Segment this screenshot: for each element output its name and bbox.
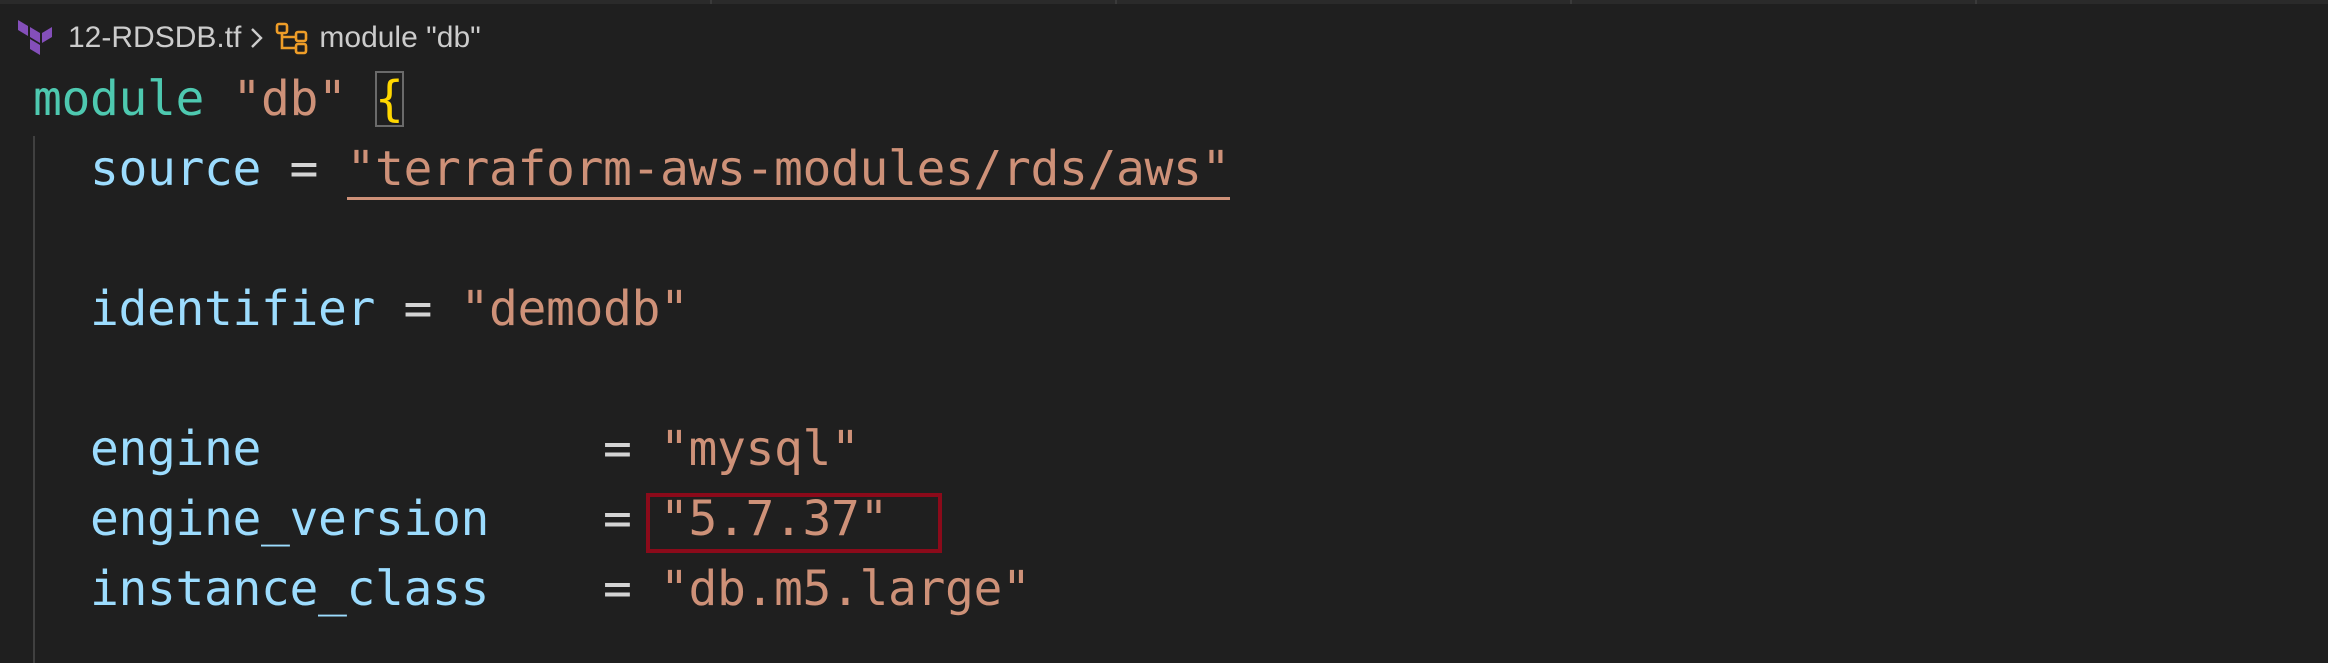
open-brace: { — [375, 71, 404, 127]
breadcrumb-file[interactable]: 12-RDSDB.tf — [68, 21, 241, 55]
code-line-8: instance_class = "db.m5.large" — [33, 554, 1031, 624]
source-link[interactable]: "terraform-aws-modules/rds/aws" — [346, 141, 1230, 200]
assign-op: = — [602, 421, 632, 477]
identifier-value: "demodb" — [460, 281, 689, 337]
source-key: source — [90, 141, 261, 197]
instance-class-value: "db.m5.large" — [659, 561, 1031, 617]
assign-op: = — [602, 561, 632, 617]
chevron-right-icon — [249, 26, 265, 50]
highlight-box — [646, 493, 942, 553]
breadcrumb-symbol[interactable]: module "db" — [319, 21, 480, 55]
engine-key: engine — [90, 421, 261, 477]
engine-value: "mysql" — [659, 421, 860, 477]
instance-class-key: instance_class — [90, 561, 489, 617]
identifier-key: identifier — [90, 281, 375, 337]
symbol-module-icon — [275, 21, 309, 55]
module-keyword: module — [33, 71, 204, 127]
code-editor[interactable]: module "db" { source = "terraform-aws-mo… — [0, 64, 2328, 663]
code-line-4: identifier = "demodb" — [33, 274, 689, 344]
module-name: "db" — [232, 71, 347, 127]
assign-op: = — [403, 281, 433, 337]
tab-strip-edge — [0, 0, 2328, 4]
breadcrumb: 12-RDSDB.tf module "db" — [18, 14, 481, 62]
assign-op: = — [602, 491, 632, 547]
assign-op: = — [289, 141, 319, 197]
terraform-icon — [18, 20, 56, 56]
code-line-6: engine = "mysql" — [33, 414, 860, 484]
engine-version-key: engine_version — [90, 491, 489, 547]
code-line-1: module "db" { — [33, 64, 404, 134]
code-line-2: source = "terraform-aws-modules/rds/aws" — [33, 134, 1230, 204]
